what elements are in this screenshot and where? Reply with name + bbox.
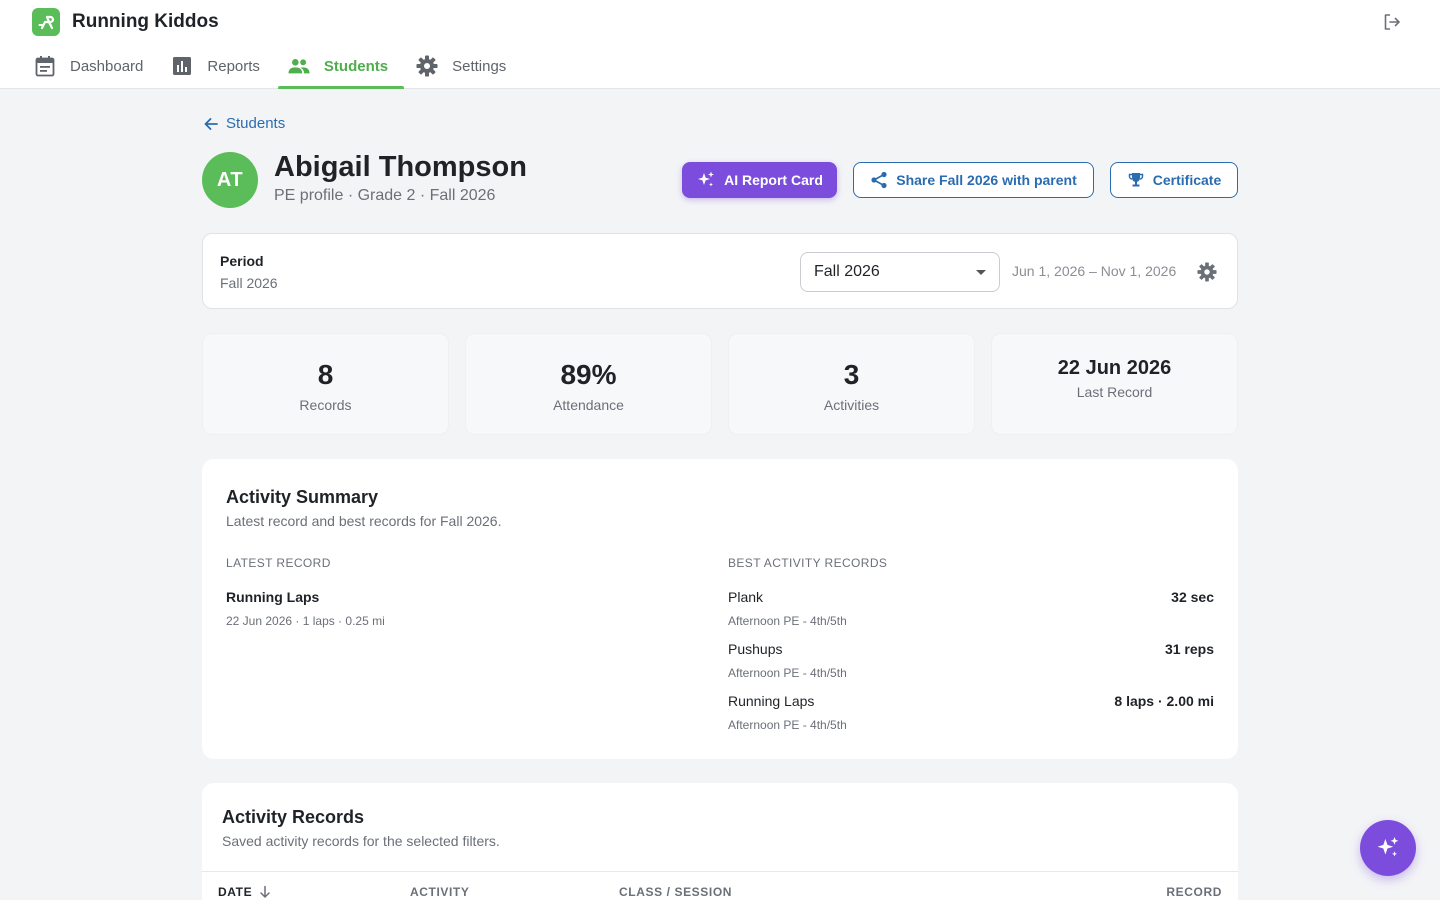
stat-value: 22 Jun 2026 bbox=[1057, 357, 1172, 379]
period-date-range: Jun 1, 2026 – Nov 1, 2026 bbox=[1012, 263, 1177, 279]
best-record-row: Pushups Afternoon PE - 4th/5th 31 reps bbox=[728, 641, 1214, 685]
period-label: Period bbox=[220, 253, 264, 269]
records-table-header: DATE ACTIVITY CLASS / SESSION RECORD bbox=[202, 871, 1238, 900]
brand[interactable]: Running Kiddos bbox=[32, 8, 219, 36]
stat-label: Records bbox=[299, 397, 352, 413]
logout-icon[interactable] bbox=[1382, 12, 1402, 32]
stat-value: 8 bbox=[317, 359, 334, 390]
column-header-date-label: DATE bbox=[218, 885, 253, 899]
stat-label: Last Record bbox=[1076, 384, 1153, 400]
column-header-date[interactable]: DATE bbox=[218, 885, 272, 899]
period-settings-gear-icon[interactable] bbox=[1197, 262, 1217, 282]
best-record-row: Running Laps Afternoon PE - 4th/5th 8 la… bbox=[728, 693, 1214, 737]
back-to-students-link[interactable]: Students bbox=[203, 115, 285, 132]
nav-reports-label: Reports bbox=[207, 57, 260, 75]
activity-records-subtitle: Saved activity records for the selected … bbox=[222, 833, 500, 849]
column-header-activity[interactable]: ACTIVITY bbox=[410, 885, 469, 899]
stat-value: 89% bbox=[560, 359, 617, 390]
nav-reports[interactable]: Reports bbox=[161, 46, 276, 86]
share-label: Share Fall 2026 with parent bbox=[896, 172, 1077, 188]
stat-label: Activities bbox=[823, 397, 880, 413]
people-icon bbox=[288, 55, 310, 77]
calendar-icon bbox=[34, 55, 56, 77]
period-card: Period Fall 2026 Fall 2026 Jun 1, 2026 –… bbox=[202, 233, 1238, 309]
sort-descending-icon bbox=[260, 885, 270, 898]
best-record-activity: Pushups bbox=[728, 641, 783, 657]
best-record-class: Afternoon PE - 4th/5th bbox=[728, 666, 847, 680]
best-record-class: Afternoon PE - 4th/5th bbox=[728, 614, 847, 628]
stat-attendance: 89% Attendance bbox=[465, 333, 712, 435]
student-name: Abigail Thompson bbox=[274, 151, 527, 183]
latest-record-heading: LATEST RECORD bbox=[226, 556, 331, 570]
trophy-icon bbox=[1128, 173, 1144, 187]
stat-activities: 3 Activities bbox=[728, 333, 975, 435]
best-record-activity: Plank bbox=[728, 589, 764, 605]
column-header-record[interactable]: RECORD bbox=[1166, 885, 1222, 899]
activity-summary-title: Activity Summary bbox=[226, 487, 379, 507]
period-select[interactable]: Fall 2026 bbox=[800, 252, 1000, 292]
nav-settings[interactable]: Settings bbox=[406, 46, 522, 86]
bar-chart-icon bbox=[171, 55, 193, 77]
best-record-activity: Running Laps bbox=[728, 693, 815, 709]
share-icon bbox=[871, 171, 887, 189]
nav-dashboard-label: Dashboard bbox=[70, 57, 144, 75]
back-label: Students bbox=[226, 115, 286, 132]
arrow-left-icon bbox=[204, 117, 218, 130]
ai-report-card-label: AI Report Card bbox=[724, 172, 823, 188]
running-person-icon bbox=[32, 8, 60, 36]
gear-icon bbox=[416, 55, 438, 77]
nav-students-label: Students bbox=[323, 57, 389, 75]
certificate-button[interactable]: Certificate bbox=[1110, 162, 1238, 198]
activity-summary-subtitle: Latest record and best records for Fall … bbox=[226, 513, 502, 529]
best-record-value: 32 sec bbox=[1171, 589, 1214, 605]
period-select-value: Fall 2026 bbox=[814, 263, 880, 280]
app-header: Running Kiddos Dashboard Reports Student… bbox=[0, 0, 1440, 89]
stat-last-record: 22 Jun 2026 Last Record bbox=[991, 333, 1238, 435]
activity-summary-card: Activity Summary Latest record and best … bbox=[202, 459, 1238, 759]
best-record-value: 31 reps bbox=[1164, 641, 1214, 657]
activity-records-title: Activity Records bbox=[222, 807, 365, 827]
nav-students[interactable]: Students bbox=[277, 46, 405, 89]
best-records-heading: BEST ACTIVITY RECORDS bbox=[728, 556, 888, 570]
share-with-parent-button[interactable]: Share Fall 2026 with parent bbox=[853, 162, 1094, 198]
stat-value: 3 bbox=[843, 359, 860, 390]
best-record-row: Plank Afternoon PE - 4th/5th 32 sec bbox=[728, 589, 1214, 633]
nav-settings-label: Settings bbox=[452, 57, 507, 75]
app-name: Running Kiddos bbox=[72, 11, 219, 32]
certificate-label: Certificate bbox=[1152, 172, 1222, 188]
stat-records: 8 Records bbox=[202, 333, 449, 435]
ai-assistant-fab[interactable] bbox=[1360, 820, 1416, 876]
best-record-value: 8 laps · 2.00 mi bbox=[1114, 693, 1214, 709]
ai-report-card-button[interactable]: AI Report Card bbox=[682, 162, 837, 198]
period-value: Fall 2026 bbox=[220, 275, 278, 291]
sparkles-icon bbox=[1377, 836, 1399, 857]
column-header-class-session[interactable]: CLASS / SESSION bbox=[619, 885, 732, 899]
chevron-down-icon bbox=[976, 270, 986, 275]
stat-label: Attendance bbox=[553, 397, 624, 413]
sparkles-icon bbox=[698, 171, 715, 187]
main-nav: Dashboard Reports Students Settings bbox=[24, 46, 524, 89]
latest-record-activity: Running Laps bbox=[226, 589, 320, 605]
activity-records-card: Activity Records Saved activity records … bbox=[202, 783, 1238, 900]
nav-dashboard[interactable]: Dashboard bbox=[24, 46, 159, 86]
best-record-class: Afternoon PE - 4th/5th bbox=[728, 718, 847, 732]
latest-record-meta: 22 Jun 2026 · 1 laps · 0.25 mi bbox=[226, 614, 385, 628]
student-subtitle: PE profile · Grade 2 · Fall 2026 bbox=[274, 187, 496, 204]
avatar: AT bbox=[202, 152, 258, 208]
